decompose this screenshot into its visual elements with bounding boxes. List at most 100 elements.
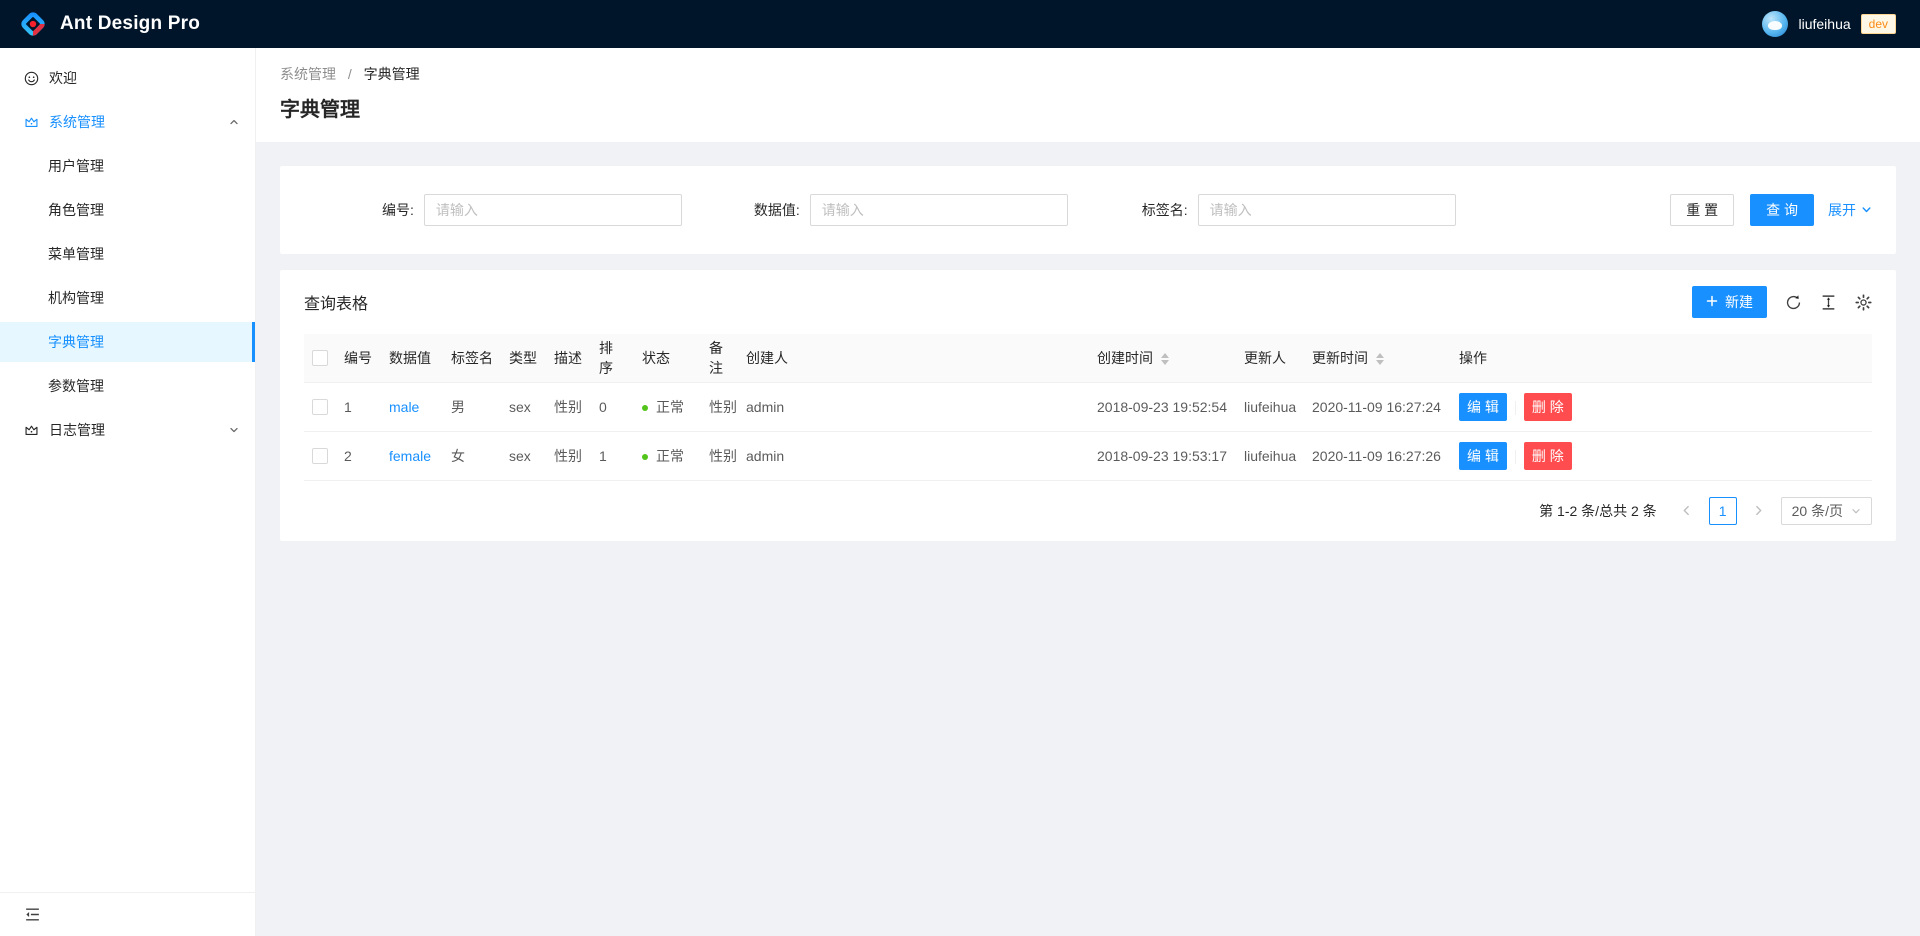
reset-button[interactable]: 重 置	[1670, 194, 1734, 226]
new-button[interactable]: 新建	[1692, 286, 1767, 318]
table-row: 2 female 女 sex 性别 1 正常 性别 admin 2018-09-…	[304, 431, 1872, 480]
sort-carets-icon	[1161, 353, 1169, 365]
cell-creator: admin	[738, 431, 1089, 480]
col-header-type: 类型	[501, 334, 546, 382]
expand-link[interactable]: 展开	[1828, 200, 1872, 220]
pagination: 第 1-2 条/总共 2 条 1 20 条/页	[280, 481, 1896, 541]
menu-fold-icon[interactable]	[24, 906, 41, 923]
sidebar-item-log-management[interactable]: 日志管理	[0, 410, 255, 450]
col-header-create-time[interactable]: 创建时间	[1089, 334, 1236, 382]
sidebar-item-label: 欢迎	[49, 68, 77, 88]
ant-design-logo-icon	[18, 9, 48, 39]
cell-sort: 1	[591, 431, 634, 480]
app-title: Ant Design Pro	[60, 13, 200, 35]
sidebar-item-label: 角色管理	[48, 200, 104, 220]
search-actions: 重 置 查 询 展开	[1670, 194, 1872, 226]
env-tag: dev	[1861, 14, 1896, 34]
cell-remark: 性别	[701, 382, 738, 431]
table-toolbar: 新建	[1692, 286, 1872, 318]
main-content: 系统管理 / 字典管理 字典管理 编号: 数据值: 标签名: 重 置 查 询	[256, 48, 1920, 936]
cell-type: sex	[501, 431, 546, 480]
breadcrumb-item-system[interactable]: 系统管理	[280, 66, 336, 82]
value-link[interactable]: male	[389, 399, 419, 415]
cell-desc: 性别	[546, 431, 591, 480]
action-divider	[1515, 401, 1516, 415]
cell-update-time: 2020-11-09 16:27:26	[1304, 431, 1451, 480]
cell-actions: 编 辑删 除	[1451, 382, 1872, 431]
prev-page-icon[interactable]	[1673, 497, 1701, 525]
edit-button[interactable]: 编 辑	[1459, 393, 1507, 421]
breadcrumb: 系统管理 / 字典管理	[280, 64, 1896, 84]
delete-button[interactable]: 删 除	[1524, 442, 1572, 470]
delete-button[interactable]: 删 除	[1524, 393, 1572, 421]
cell-remark: 性别	[701, 431, 738, 480]
chevron-down-icon	[1861, 202, 1872, 218]
row-checkbox[interactable]	[312, 448, 328, 464]
col-header-update-time[interactable]: 更新时间	[1304, 334, 1451, 382]
col-header-value: 数据值	[381, 334, 443, 382]
table-header-row: 编号 数据值 标签名 类型 描述 排序 状态 备注 创建人 创建时间 更新人 更…	[304, 334, 1872, 382]
sort-carets-icon	[1376, 353, 1384, 365]
query-button[interactable]: 查 询	[1750, 194, 1814, 226]
col-header-tag-name: 标签名	[443, 334, 501, 382]
column-height-icon[interactable]	[1820, 294, 1837, 311]
col-header-actions: 操作	[1451, 334, 1872, 382]
next-page-icon[interactable]	[1745, 497, 1773, 525]
cell-tag: 女	[443, 431, 501, 480]
sidebar-item-label: 参数管理	[48, 376, 104, 396]
sidebar-item-menu-management[interactable]: 菜单管理	[0, 234, 255, 274]
sidebar-item-user-management[interactable]: 用户管理	[0, 146, 255, 186]
edit-button[interactable]: 编 辑	[1459, 442, 1507, 470]
sidebar-item-system-management[interactable]: 系统管理	[0, 102, 255, 142]
crown-icon	[24, 115, 39, 130]
value-field-label: 数据值:	[754, 200, 810, 220]
form-item-tag: 标签名:	[1142, 194, 1456, 226]
user-name[interactable]: liufeihua	[1798, 16, 1850, 32]
table-row: 1 male 男 sex 性别 0 正常 性别 admin 2018-09-23…	[304, 382, 1872, 431]
logo-area[interactable]: Ant Design Pro	[18, 9, 200, 39]
page-size-select[interactable]: 20 条/页	[1781, 497, 1872, 525]
settings-gear-icon[interactable]	[1855, 294, 1872, 311]
cell-create-time: 2018-09-23 19:52:54	[1089, 382, 1236, 431]
sidebar-menu: 欢迎 系统管理 用户管理 角色管理 菜单管理 机构管理 字典管理 参数管理	[0, 48, 255, 454]
value-field-input[interactable]	[810, 194, 1068, 226]
page-number-1[interactable]: 1	[1709, 497, 1737, 525]
sidebar-item-welcome[interactable]: 欢迎	[0, 58, 255, 98]
col-header-status: 状态	[634, 334, 701, 382]
sidebar-item-param-management[interactable]: 参数管理	[0, 366, 255, 406]
reload-icon[interactable]	[1785, 294, 1802, 311]
row-select-cell	[304, 382, 336, 431]
col-header-sort: 排序	[591, 334, 634, 382]
crown-icon	[24, 423, 39, 438]
cell-id: 1	[336, 382, 381, 431]
col-header-creator: 创建人	[738, 334, 1089, 382]
smile-icon	[24, 71, 39, 86]
col-header-updater: 更新人	[1236, 334, 1304, 382]
plus-icon	[1706, 294, 1718, 310]
user-area: liufeihua dev	[1762, 11, 1896, 37]
tag-field-input[interactable]	[1198, 194, 1456, 226]
row-checkbox[interactable]	[312, 399, 328, 415]
cell-type: sex	[501, 382, 546, 431]
avatar[interactable]	[1762, 11, 1788, 37]
status-text: 正常	[656, 448, 684, 464]
sidebar-item-role-management[interactable]: 角色管理	[0, 190, 255, 230]
value-link[interactable]: female	[389, 448, 431, 464]
sidebar-item-label: 用户管理	[48, 156, 104, 176]
expand-label: 展开	[1828, 200, 1856, 220]
sidebar-item-dict-management[interactable]: 字典管理	[0, 322, 255, 362]
sidebar: 欢迎 系统管理 用户管理 角色管理 菜单管理 机构管理 字典管理 参数管理	[0, 48, 256, 936]
id-field-label: 编号:	[382, 200, 424, 220]
status-dot-icon	[642, 405, 648, 411]
page-title: 字典管理	[280, 96, 1896, 124]
cell-tag: 男	[443, 382, 501, 431]
sidebar-item-org-management[interactable]: 机构管理	[0, 278, 255, 318]
cell-value: male	[381, 382, 443, 431]
id-field-input[interactable]	[424, 194, 682, 226]
cell-creator: admin	[738, 382, 1089, 431]
table-card-header: 查询表格 新建	[280, 270, 1896, 334]
chevron-down-icon	[1851, 506, 1861, 516]
cell-desc: 性别	[546, 382, 591, 431]
new-button-label: 新建	[1725, 292, 1753, 312]
select-all-checkbox[interactable]	[312, 350, 328, 366]
